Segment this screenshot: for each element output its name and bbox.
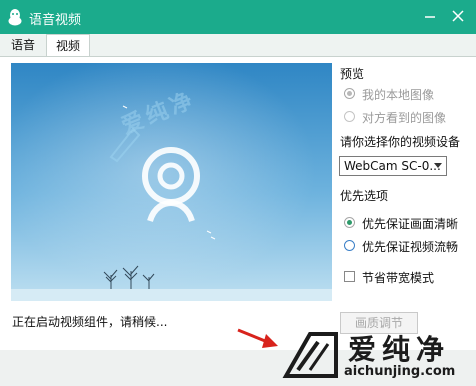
arrow-icon [237, 328, 278, 348]
tab-video[interactable]: 视频 [46, 34, 90, 56]
bandwidth-checkbox[interactable] [344, 271, 355, 282]
watermark-brand-cn: 爱纯净 [348, 333, 451, 366]
radio-clarity[interactable] [344, 217, 355, 228]
tab-bar: 语音 视频 [0, 34, 476, 56]
webcam-icon [142, 147, 200, 222]
radio-local-image[interactable] [344, 88, 355, 99]
device-heading: 请你选择你的视频设备 [340, 135, 461, 149]
close-button[interactable] [446, 4, 470, 28]
title-bar: 语音视频 [0, 0, 476, 34]
tab-voice[interactable]: 语音 [4, 34, 42, 56]
status-text: 正在启动视频组件，请稍候... [12, 315, 168, 329]
radio-smoothness[interactable] [344, 240, 355, 251]
bandwidth-checkbox-label: 节省带宽模式 [362, 271, 435, 285]
device-select-value: WebCam SC-0... [344, 159, 441, 173]
device-select[interactable]: WebCam SC-0... [339, 156, 447, 176]
logo-mark-icon [282, 332, 338, 378]
radio-remote-image-label: 对方看到的图像 [362, 111, 447, 125]
watermark-logo: 爱纯净 aichunjing.com [278, 326, 474, 384]
radio-remote-image[interactable] [344, 111, 355, 122]
minimize-button[interactable] [418, 4, 442, 28]
preview-watermark-mark-icon [109, 127, 141, 163]
window-title: 语音视频 [29, 13, 82, 28]
priority-heading: 优先选项 [340, 189, 389, 203]
penguin-icon [8, 9, 22, 26]
chevron-down-icon [434, 163, 442, 168]
watermark-brand-url: aichunjing.com [344, 364, 456, 379]
radio-local-image-label: 我的本地图像 [362, 88, 435, 102]
radio-clarity-label: 优先保证画面清晰 [362, 217, 459, 231]
preview-heading: 预览 [340, 67, 365, 81]
video-preview: 爱纯净 [11, 63, 332, 301]
radio-smoothness-label: 优先保证视频流畅 [362, 240, 459, 254]
